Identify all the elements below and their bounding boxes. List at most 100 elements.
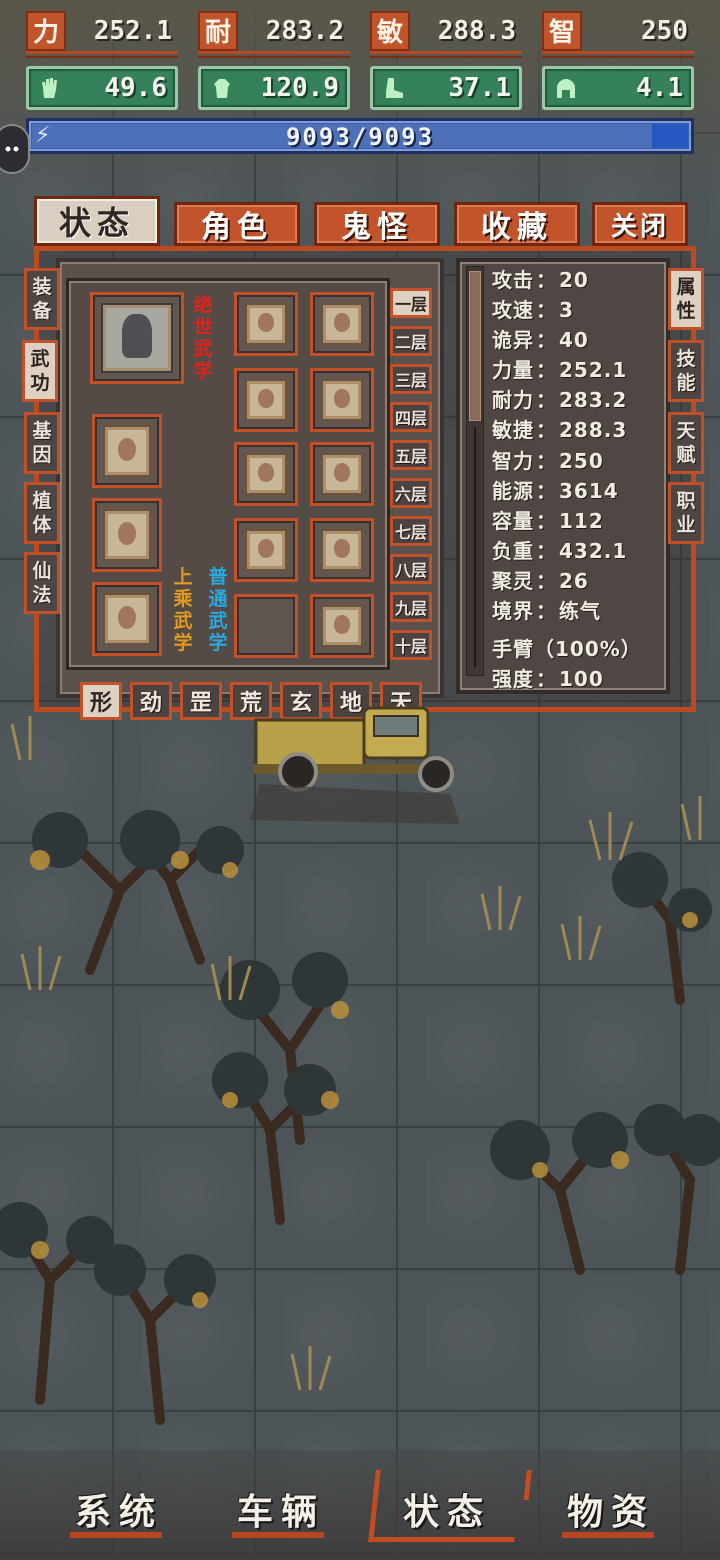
floor-tab-4[interactable]: 四层 xyxy=(390,402,432,432)
stat-label: 诡异 xyxy=(492,328,534,353)
stat-load: 负重： 432.1 xyxy=(492,535,672,565)
label-char: 学 xyxy=(173,632,193,654)
helmet-icon xyxy=(549,71,583,105)
nav-underline xyxy=(70,1532,162,1538)
equipment-value: 4.1 xyxy=(636,73,683,103)
energy-value: 9093/9093 xyxy=(285,123,435,151)
stat-label: 容量 xyxy=(492,508,534,533)
stat-label: 负重 xyxy=(492,538,534,563)
nav-system[interactable]: 系统 xyxy=(64,1484,174,1534)
tab-character[interactable]: 角色 xyxy=(174,202,300,246)
grade-tab-gang[interactable]: 罡 xyxy=(180,682,222,720)
attribute-value: 252.1 xyxy=(93,15,172,46)
stat-label: 强度 xyxy=(492,667,534,692)
tab-collection[interactable]: 收藏 xyxy=(454,202,580,246)
stat-separator: ： xyxy=(536,388,557,413)
nav-supplies[interactable]: 物资 xyxy=(556,1484,666,1534)
stat-separator: ： xyxy=(536,599,557,624)
skill-book-icon xyxy=(321,605,363,647)
attribute-value: 288.3 xyxy=(437,15,516,46)
stat-label: 敏捷 xyxy=(492,418,534,443)
common-skill-slot-5[interactable] xyxy=(234,442,298,506)
common-skill-slot-10[interactable] xyxy=(310,594,374,658)
floor-tab-10[interactable]: 十层 xyxy=(390,630,432,660)
attribute-key: 敏 xyxy=(370,10,410,51)
scrollbar-thumb[interactable] xyxy=(469,271,481,421)
floor-tab-6[interactable]: 六层 xyxy=(390,478,432,508)
label-char: 武 xyxy=(208,610,228,632)
close-button[interactable]: 关闭 xyxy=(592,202,688,246)
common-skill-slot-3[interactable] xyxy=(234,368,298,432)
side-tab-skills[interactable]: 技 能 xyxy=(668,340,704,402)
common-skill-slot-9[interactable] xyxy=(234,594,298,658)
stat-value: 100 xyxy=(559,667,604,692)
stat-separator: ： xyxy=(536,298,557,323)
stats-scrollbar[interactable] xyxy=(466,266,484,676)
nav-status[interactable]: 状态 xyxy=(392,1484,502,1534)
equipment-bar: 49.6 120.9 37.1 4.1 xyxy=(26,66,694,110)
peerless-martial-arts-label: 绝 世 武 学 xyxy=(192,294,214,382)
stat-energy: 能源： 3614 xyxy=(492,475,672,505)
stat-separator: ： xyxy=(536,268,557,292)
skill-book-icon xyxy=(245,379,287,421)
floor-tab-1[interactable]: 一层 xyxy=(390,288,432,318)
side-menu-handle[interactable] xyxy=(0,124,30,174)
side-tab-martial-arts[interactable]: 武 功 xyxy=(22,340,58,402)
stat-separator: ： xyxy=(536,328,557,353)
floor-tab-2[interactable]: 二层 xyxy=(390,326,432,356)
superior-martial-arts-label: 上 乘 武 学 xyxy=(172,566,194,654)
scrollbar-track xyxy=(474,427,476,667)
nav-vehicle[interactable]: 车辆 xyxy=(226,1484,336,1534)
stat-intelligence: 智力： 250 xyxy=(492,445,672,475)
common-skill-slot-7[interactable] xyxy=(234,518,298,582)
side-tab-label: 赋 xyxy=(676,444,696,466)
stat-value: 252.1 xyxy=(559,358,628,383)
side-tab-attributes[interactable]: 属 性 xyxy=(668,268,704,330)
floor-tab-3[interactable]: 三层 xyxy=(390,364,432,394)
side-tab-label: 技 xyxy=(676,348,696,370)
superior-skill-slot-3[interactable] xyxy=(92,582,162,656)
side-tab-genes[interactable]: 基 因 xyxy=(24,412,60,474)
tab-ghosts[interactable]: 鬼怪 xyxy=(314,202,440,246)
side-tab-label: 体 xyxy=(32,514,52,536)
tab-status[interactable]: 状态 xyxy=(34,196,160,246)
floor-tab-7[interactable]: 七层 xyxy=(390,516,432,546)
floor-tab-9[interactable]: 九层 xyxy=(390,592,432,622)
common-skill-slot-4[interactable] xyxy=(310,368,374,432)
tricycle-vehicle[interactable] xyxy=(250,704,470,834)
stat-separator: ： xyxy=(536,667,557,692)
attribute-key: 耐 xyxy=(198,10,238,51)
stat-strength: 力量： 252.1 xyxy=(492,354,672,384)
side-tab-label: 功 xyxy=(30,372,50,394)
stat-separator: ： xyxy=(536,448,557,473)
peerless-skill-slot[interactable] xyxy=(90,292,184,384)
floor-tab-5[interactable]: 五层 xyxy=(390,440,432,470)
common-skill-slot-6[interactable] xyxy=(310,442,374,506)
side-tab-equipment[interactable]: 装 备 xyxy=(24,268,60,330)
side-tab-label: 武 xyxy=(30,348,50,370)
skill-book-icon xyxy=(321,379,363,421)
equipment-value: 49.6 xyxy=(104,73,167,103)
stat-label: 攻击 xyxy=(492,268,534,292)
common-skill-slot-2[interactable] xyxy=(310,292,374,356)
stat-value: 练气 xyxy=(559,599,601,624)
label-char: 武 xyxy=(193,338,213,360)
face-icon xyxy=(5,146,19,152)
side-tab-talents[interactable]: 天 赋 xyxy=(668,412,704,474)
side-tab-immortal-arts[interactable]: 仙 法 xyxy=(24,552,60,614)
side-tab-label: 能 xyxy=(676,372,696,394)
side-tab-profession[interactable]: 职 业 xyxy=(668,482,704,544)
stat-label: 力量 xyxy=(492,358,534,383)
superior-skill-slot-1[interactable] xyxy=(92,414,162,488)
stat-value: 40 xyxy=(559,328,589,353)
side-tab-label: 天 xyxy=(676,420,696,442)
grade-tab-xing[interactable]: 形 xyxy=(80,682,122,720)
side-tab-implants[interactable]: 植 体 xyxy=(24,482,60,544)
superior-skill-slot-2[interactable] xyxy=(92,498,162,572)
floor-tab-8[interactable]: 八层 xyxy=(390,554,432,584)
grade-tab-jin[interactable]: 劲 xyxy=(130,682,172,720)
stat-attack-speed: 攻速： 3 xyxy=(492,294,672,324)
common-skill-slot-8[interactable] xyxy=(310,518,374,582)
stat-value: 3614 xyxy=(559,478,619,503)
common-skill-slot-1[interactable] xyxy=(234,292,298,356)
